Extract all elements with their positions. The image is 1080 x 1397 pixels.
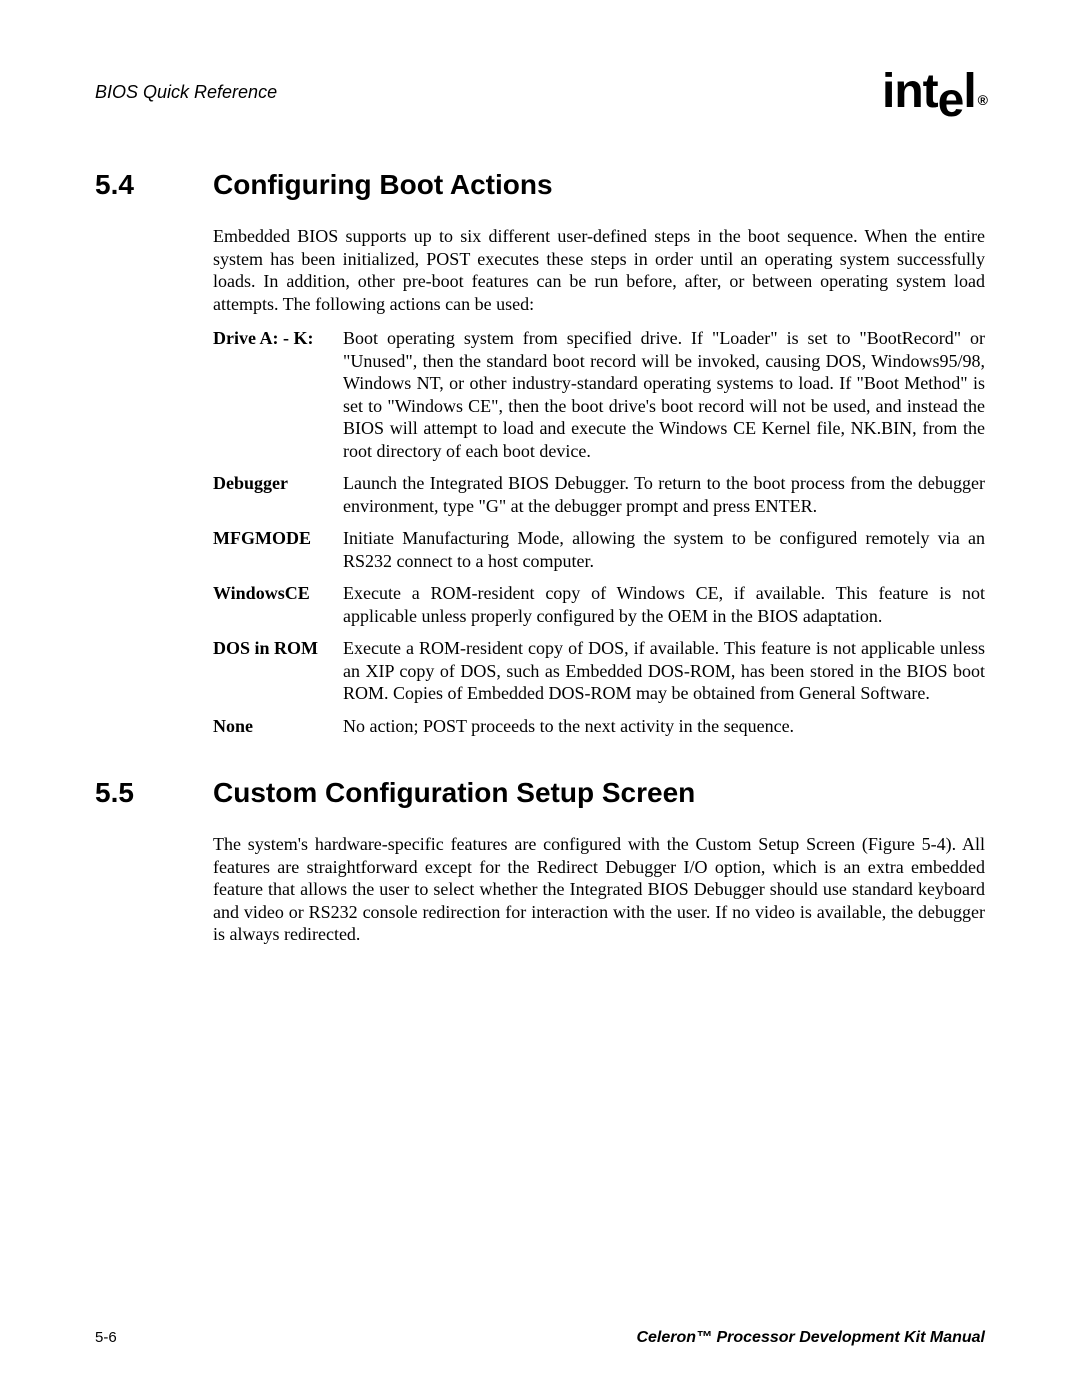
- page-number: 5-6: [95, 1329, 117, 1346]
- logo-registered-icon: ®: [978, 92, 987, 108]
- definition-desc: Initiate Manufacturing Mode, allowing th…: [343, 527, 985, 572]
- section-intro: Embedded BIOS supports up to six differe…: [213, 225, 985, 315]
- definition-desc: No action; POST proceeds to the next act…: [343, 715, 985, 738]
- definition-term: MFGMODE: [213, 527, 343, 572]
- section-title: Custom Configuration Setup Screen: [213, 777, 985, 809]
- definition-row: None No action; POST proceeds to the nex…: [213, 715, 985, 738]
- definition-term: Debugger: [213, 472, 343, 517]
- definition-row: WindowsCE Execute a ROM-resident copy of…: [213, 582, 985, 627]
- footer-manual-title: Celeron™ Processor Development Kit Manua…: [636, 1329, 985, 1347]
- definition-row: DOS in ROM Execute a ROM-resident copy o…: [213, 637, 985, 705]
- definition-desc: Execute a ROM-resident copy of DOS, if a…: [343, 637, 985, 705]
- section-number: 5.5: [95, 777, 213, 809]
- section-heading: 5.4 Configuring Boot Actions: [95, 169, 985, 201]
- definition-row: Drive A: - K: Boot operating system from…: [213, 327, 985, 462]
- definition-desc: Launch the Integrated BIOS Debugger. To …: [343, 472, 985, 517]
- logo-e-drop: e: [938, 64, 964, 119]
- section-5-5: 5.5 Custom Configuration Setup Screen Th…: [95, 777, 985, 946]
- definition-term: Drive A: - K:: [213, 327, 343, 462]
- page-footer: 5-6 Celeron™ Processor Development Kit M…: [95, 1329, 985, 1347]
- section-intro: The system's hardware-specific features …: [213, 833, 985, 946]
- definition-desc: Execute a ROM-resident copy of Windows C…: [343, 582, 985, 627]
- section-title: Configuring Boot Actions: [213, 169, 985, 201]
- section-number: 5.4: [95, 169, 213, 201]
- header-title: BIOS Quick Reference: [95, 82, 277, 103]
- page-content: BIOS Quick Reference intel® 5.4 Configur…: [0, 0, 1080, 1397]
- definition-row: Debugger Launch the Integrated BIOS Debu…: [213, 472, 985, 517]
- definition-term: DOS in ROM: [213, 637, 343, 705]
- logo-text-prefix: int: [882, 65, 938, 118]
- logo-text-suffix: l: [963, 65, 975, 118]
- section-heading: 5.5 Custom Configuration Setup Screen: [95, 777, 985, 809]
- definition-term: None: [213, 715, 343, 738]
- section-5-4: 5.4 Configuring Boot Actions Embedded BI…: [95, 169, 985, 737]
- definition-row: MFGMODE Initiate Manufacturing Mode, all…: [213, 527, 985, 572]
- definition-term: WindowsCE: [213, 582, 343, 627]
- page-header: BIOS Quick Reference intel®: [95, 82, 985, 119]
- definition-desc: Boot operating system from specified dri…: [343, 327, 985, 462]
- definition-list: Drive A: - K: Boot operating system from…: [213, 327, 985, 737]
- intel-logo: intel®: [882, 64, 985, 119]
